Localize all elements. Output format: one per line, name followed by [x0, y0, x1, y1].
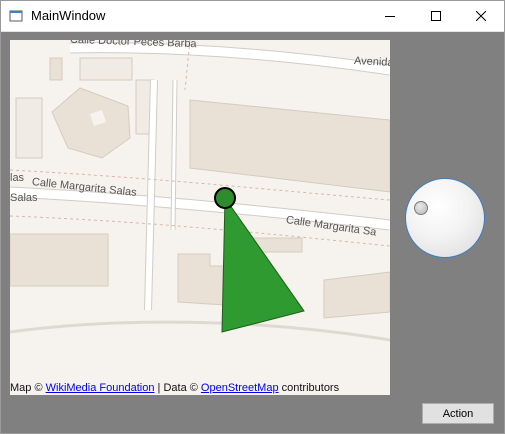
wikimedia-link[interactable]: WikiMedia Foundation — [46, 382, 155, 394]
dial-handle-icon[interactable] — [414, 201, 428, 215]
map-path — [10, 320, 390, 342]
minimize-icon — [385, 16, 395, 17]
attribution-suffix: contributors — [281, 382, 340, 394]
map-building — [189, 99, 390, 193]
map-view[interactable]: Calle Doctor Peces Barba Avenida las Cal… — [10, 40, 390, 395]
map-tiles — [10, 40, 390, 342]
street-label-top-right: Avenida — [353, 54, 390, 70]
maximize-icon — [431, 11, 441, 21]
street-label-left-upper: las — [10, 172, 25, 184]
close-button[interactable] — [458, 1, 504, 31]
navigation-dial[interactable] — [405, 178, 485, 258]
map-building — [10, 233, 109, 287]
map-building — [51, 87, 131, 159]
map-building — [15, 97, 43, 159]
main-window: MainWindow Calle Doctor Peces Barba Aven… — [0, 0, 505, 434]
map-attribution: Map © WikiMedia Foundation | Data © Open… — [10, 381, 390, 395]
street-label-left-lower: Salas — [10, 192, 38, 204]
client-area: Calle Doctor Peces Barba Avenida las Cal… — [1, 32, 504, 433]
map-building — [49, 57, 63, 81]
window-title: MainWindow — [31, 8, 106, 23]
maximize-button[interactable] — [413, 1, 459, 31]
app-icon — [9, 10, 23, 22]
minimize-button[interactable] — [367, 1, 413, 31]
map-building — [79, 57, 133, 81]
close-icon — [476, 11, 486, 21]
map-road — [171, 79, 177, 231]
openstreetmap-link[interactable]: OpenStreetMap — [201, 382, 279, 394]
action-button[interactable]: Action — [422, 403, 494, 424]
attribution-middle: | Data © — [157, 382, 198, 394]
attribution-prefix: Map © — [10, 382, 43, 394]
position-marker — [214, 187, 236, 209]
title-bar[interactable]: MainWindow — [1, 1, 504, 32]
map-building — [323, 271, 390, 319]
